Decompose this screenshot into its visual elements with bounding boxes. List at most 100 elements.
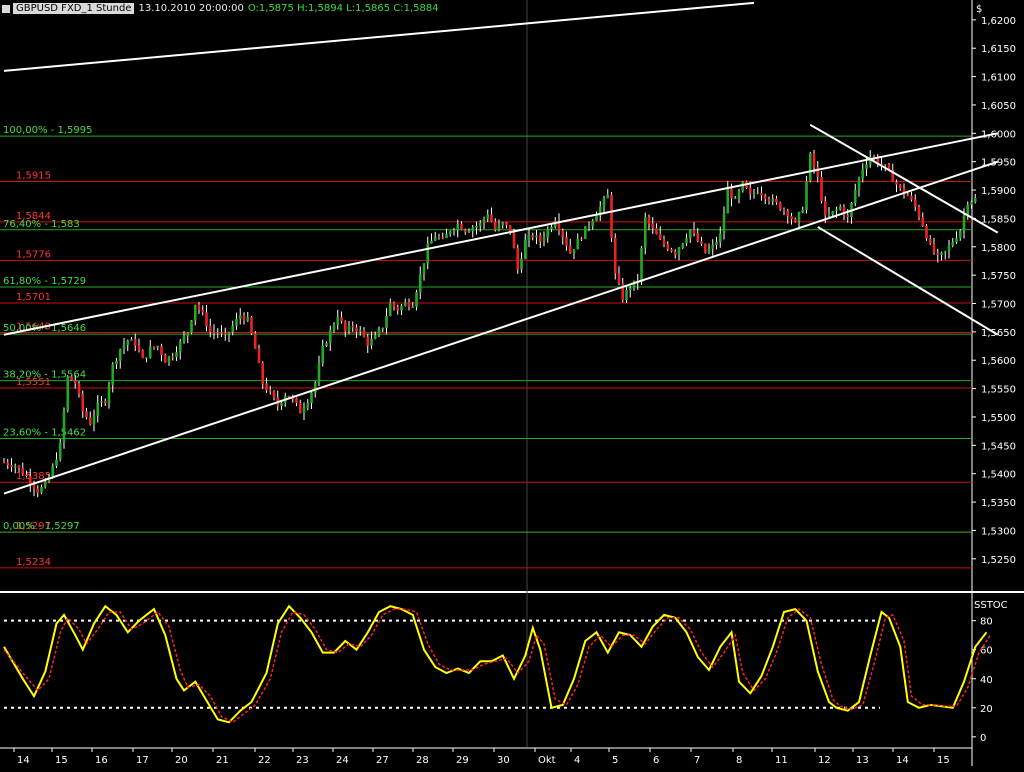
candle-body	[302, 408, 306, 414]
time-tick-label: 22	[258, 755, 271, 766]
price-tick-label: 1,5850	[981, 214, 1016, 225]
candle-body	[778, 202, 782, 210]
candle-body	[178, 341, 182, 353]
stoch-tick-label: 40	[980, 675, 993, 686]
candle-body	[418, 273, 422, 293]
candle-body	[786, 210, 790, 217]
price-tick-label: 1,6050	[981, 101, 1016, 112]
candle-body	[336, 317, 340, 325]
candle-body	[568, 245, 572, 254]
candle-body	[801, 210, 805, 213]
candle-body	[40, 486, 43, 493]
candle-body	[546, 229, 550, 238]
candle-body	[838, 206, 842, 210]
candle-body	[325, 343, 328, 346]
level-label: 1,5915	[16, 171, 51, 182]
candle-body	[467, 230, 471, 233]
candle-body	[970, 201, 973, 205]
time-tick-label: 15	[55, 755, 68, 766]
candle-body	[692, 229, 696, 234]
candle-body	[763, 195, 767, 200]
candle-body	[865, 164, 868, 169]
candle-body	[257, 348, 261, 363]
timestamp-label: 13.10.2010 20:00:00	[138, 3, 244, 14]
candle-body	[835, 209, 838, 212]
trading-chart-window: 1,5250 1,5300 1,5350 1,5400 1,5450 1,5500 1,55…	[0, 0, 1024, 768]
candle-body	[253, 333, 257, 349]
candle-body	[351, 325, 355, 328]
candle-body	[748, 188, 752, 194]
candle-body	[520, 258, 523, 270]
candle-body	[250, 317, 253, 334]
candle-body	[625, 290, 628, 301]
chart-canvas[interactable]: 1,5250 1,5300 1,5350 1,5400 1,5450 1,5500 1,55…	[0, 0, 1024, 768]
candle-body	[460, 223, 463, 230]
candle-body	[156, 346, 160, 348]
candle-body	[602, 198, 606, 207]
indicator-label: SSTOC	[974, 600, 1008, 611]
time-tick-label: 6	[653, 755, 659, 766]
candle-body	[321, 345, 325, 364]
time-tick-label: 17	[136, 755, 149, 766]
candle-body	[512, 231, 516, 249]
time-tick-label: 8	[736, 755, 742, 766]
candle-body	[385, 315, 388, 328]
candle-body	[238, 315, 242, 319]
candle-body	[711, 244, 715, 249]
candle-body	[362, 330, 366, 337]
candle-body	[403, 302, 407, 306]
candle-body	[396, 306, 400, 311]
stoch-tick-label: 0	[980, 733, 986, 744]
time-tick-label: 14	[17, 755, 30, 766]
candle-body	[936, 252, 940, 255]
level-label: 1,5701	[16, 292, 51, 303]
candle-body	[580, 238, 583, 240]
candle-body	[268, 390, 272, 392]
candle-body	[857, 178, 861, 191]
candle-body	[752, 193, 756, 195]
candle-body	[43, 481, 47, 487]
candle-body	[171, 356, 175, 358]
price-tick-label: 1,5350	[981, 498, 1016, 509]
stoch-tick-label: 20	[980, 704, 993, 715]
candle-body	[493, 221, 497, 230]
candle-body	[122, 344, 126, 350]
level-label: 23,60% - 1,5462	[3, 428, 86, 439]
candle-body	[358, 330, 362, 332]
candle-body	[437, 236, 441, 238]
level-label: 61,80% - 1,5729	[3, 276, 86, 287]
time-tick-label: 14	[896, 755, 909, 766]
candle-body	[430, 240, 433, 244]
candle-body	[193, 304, 197, 321]
candle-body	[96, 402, 100, 416]
chart-menu-icon[interactable]	[2, 4, 10, 13]
candle-body	[696, 233, 700, 242]
candle-body	[576, 238, 580, 250]
candle-body	[208, 325, 212, 332]
candle-body	[445, 234, 448, 239]
price-tick-label: 1,6100	[981, 73, 1016, 84]
candle-body	[535, 235, 538, 238]
price-tick-label: 1,5900	[981, 186, 1016, 197]
candle-body	[220, 332, 223, 334]
candle-body	[490, 214, 493, 222]
candle-body	[700, 241, 703, 244]
candle-body	[381, 327, 385, 330]
price-tick-label: 1,5400	[981, 470, 1016, 481]
candle-body	[163, 354, 167, 363]
time-tick-label: 28	[416, 755, 429, 766]
candle-body	[58, 442, 62, 460]
candle-body	[148, 346, 152, 358]
candle-body	[70, 376, 73, 381]
candle-body	[340, 317, 343, 322]
price-tick-label: 1,5700	[981, 300, 1016, 311]
candle-body	[531, 235, 535, 238]
candle-body	[737, 190, 741, 199]
time-tick-label: 23	[296, 755, 309, 766]
candle-body	[973, 198, 977, 202]
price-tick-label: 1,5600	[981, 356, 1016, 367]
candle-body	[505, 222, 508, 226]
candle-body	[958, 230, 962, 239]
candle-body	[861, 168, 865, 179]
time-tick-label: 11	[775, 755, 788, 766]
